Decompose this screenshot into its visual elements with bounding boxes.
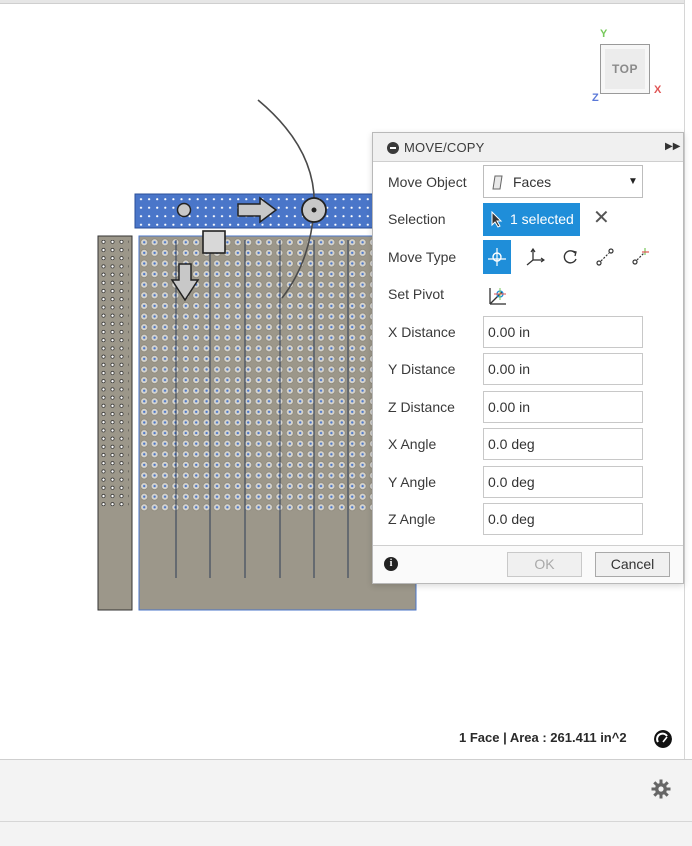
plane-handle [202,230,226,254]
cursor-icon [491,211,503,228]
face-icon [492,175,503,190]
canvas-viewport[interactable]: TOP Y X Z MOVE/COPY ▶▶ Move Object Faces… [0,0,692,846]
z-angle-label: Z Angle [388,511,436,527]
expand-panel-icon[interactable]: ▶▶ [665,141,680,152]
move-object-value: Faces [513,174,552,190]
translate-icon [526,247,545,266]
x-distance-label: X Distance [388,324,456,340]
bottom-toolbar [0,759,692,821]
viewcube-top-face[interactable]: TOP [600,44,650,94]
x-distance-input[interactable] [483,316,643,348]
y-angle-input[interactable] [483,466,643,498]
z-distance-label: Z Distance [388,399,455,415]
viewcube-face-label: TOP [612,62,638,76]
measure-status-icon[interactable] [654,730,672,748]
y-angle-label: Y Angle [388,474,437,490]
set-pivot-icon[interactable] [486,285,508,307]
viewcube[interactable]: TOP Y X Z [592,28,664,104]
selection-status-text: 1 Face | Area : 261.411 in^2 [459,730,627,745]
x-angle-input[interactable] [483,428,643,460]
free-move-button[interactable] [483,240,511,274]
z-angle-input[interactable] [483,503,643,535]
gear-icon[interactable] [651,779,671,799]
bottom-status-bar [0,821,692,846]
rotate-icon [563,250,577,264]
axis-x-label: X [654,84,662,96]
point-to-position-icon [632,248,649,265]
left-post-holes [101,240,129,510]
selection-label: Selection [388,211,446,227]
y-distance-label: Y Distance [388,361,456,377]
move-object-label: Move Object [388,174,467,190]
translate-xyz-button[interactable] [521,240,549,274]
selection-button[interactable]: 1 selected [483,203,580,236]
canvas-right-edge [684,0,692,760]
panel-title: MOVE/COPY [404,140,485,155]
panel-footer: i OK Cancel [373,545,683,583]
chevron-down-icon: ▼ [628,176,638,187]
ok-button[interactable]: OK [507,552,582,577]
move-type-label: Move Type [388,249,457,265]
pivot-handle [176,202,192,218]
rotate-button[interactable] [556,240,584,274]
set-pivot-label: Set Pivot [388,286,445,302]
free-move-icon [488,248,506,266]
point-to-point-icon [596,248,614,266]
axis-z-label: Z [592,92,599,104]
move-copy-panel: MOVE/COPY ▶▶ Move Object Faces ▼ Selecti… [372,132,684,584]
clear-selection-icon[interactable]: ✕ [593,208,610,228]
axis-y-label: Y [600,28,608,40]
y-distance-input[interactable] [483,353,643,385]
collapse-icon[interactable] [387,142,399,154]
panel-header[interactable]: MOVE/COPY ▶▶ [373,133,683,162]
point-to-point-button[interactable] [591,240,619,274]
cancel-button[interactable]: Cancel [595,552,670,577]
move-object-dropdown[interactable]: Faces ▼ [483,165,643,198]
x-angle-label: X Angle [388,436,437,452]
main-body-holes [139,237,372,512]
selection-value: 1 selected [510,211,574,227]
info-icon[interactable]: i [384,557,398,571]
point-to-position-button[interactable] [626,240,654,274]
z-distance-input[interactable] [483,391,643,423]
